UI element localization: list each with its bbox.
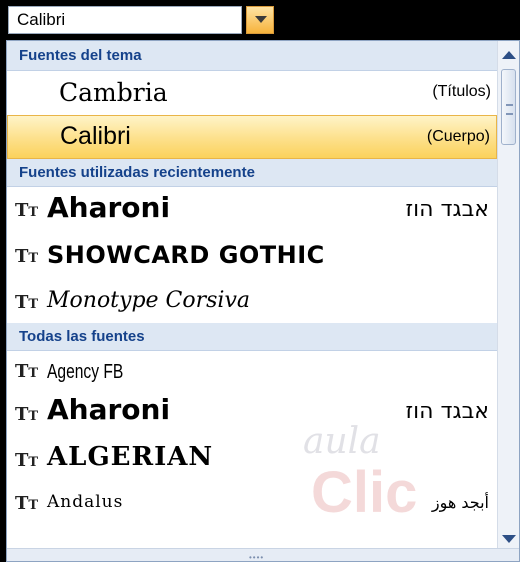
font-name-input[interactable]: Calibri	[8, 6, 242, 34]
recent-font-item-showcard-gothic[interactable]: TT SHOWCARD GOTHIC	[7, 233, 497, 279]
font-combo: Calibri	[0, 0, 278, 40]
scrollbar-thumb[interactable]	[501, 69, 516, 145]
recent-font-item-aharoni[interactable]: TT Aharoni אבגד הוז	[7, 187, 497, 233]
recent-font-item-monotype-corsiva[interactable]: TT Monotype Corsiva	[7, 279, 497, 323]
truetype-icon: TT	[15, 493, 39, 514]
font-list: Fuentes del tema Cambria (Títulos) Calib…	[7, 41, 497, 551]
resize-grip-icon: ••••	[249, 553, 265, 562]
section-header-recent: Fuentes utilizadas recientemente	[7, 159, 497, 187]
resize-handle[interactable]: ••••	[7, 548, 519, 561]
font-item-label: Aharoni	[47, 191, 171, 224]
grip-icon	[506, 104, 513, 115]
truetype-icon: TT	[15, 200, 39, 221]
truetype-icon: TT	[15, 450, 39, 471]
font-item-sample: أبجد هوز	[431, 493, 489, 512]
chevron-down-icon	[255, 16, 267, 23]
theme-font-item-cambria[interactable]: Cambria (Títulos)	[7, 71, 497, 115]
font-item-label: Andalus	[47, 492, 124, 512]
font-item-tag: (Títulos)	[432, 83, 491, 100]
truetype-icon: TT	[15, 292, 39, 313]
font-item-label: Aharoni	[47, 393, 171, 426]
scroll-down-arrow-icon[interactable]	[502, 535, 516, 543]
font-item-sample: אבגד הוז	[405, 399, 489, 424]
font-dropdown-panel: Fuentes del tema Cambria (Títulos) Calib…	[6, 40, 520, 562]
font-item-agency-fb[interactable]: TT Agency FB	[7, 355, 497, 391]
font-item-label: Agency FB	[47, 361, 124, 383]
section-header-theme: Fuentes del tema	[7, 41, 497, 71]
font-item-label: SHOWCARD GOTHIC	[47, 241, 325, 269]
truetype-icon: TT	[15, 361, 39, 382]
font-item-aharoni[interactable]: TT Aharoni אבגד הוז	[7, 391, 497, 437]
theme-font-item-calibri[interactable]: Calibri (Cuerpo)	[7, 115, 497, 159]
truetype-icon: TT	[15, 404, 39, 425]
section-header-all: Todas las fuentes	[7, 323, 497, 351]
font-item-tag: (Cuerpo)	[426, 128, 490, 145]
font-item-andalus[interactable]: TT Andalus أبجد هوز	[7, 483, 497, 521]
font-item-label: ALGERIAN	[47, 442, 214, 472]
font-item-label: Cambria	[59, 78, 168, 107]
vertical-scrollbar[interactable]	[497, 41, 519, 551]
font-item-label: Monotype Corsiva	[47, 288, 251, 313]
font-item-sample: אבגד הוז	[405, 197, 489, 222]
font-item-label: Calibri	[60, 122, 131, 150]
font-name-value: Calibri	[17, 10, 66, 29]
scroll-up-arrow-icon[interactable]	[502, 51, 516, 59]
dropdown-button[interactable]	[246, 6, 274, 34]
truetype-icon: TT	[15, 246, 39, 267]
font-item-algerian[interactable]: TT ALGERIAN	[7, 437, 497, 483]
